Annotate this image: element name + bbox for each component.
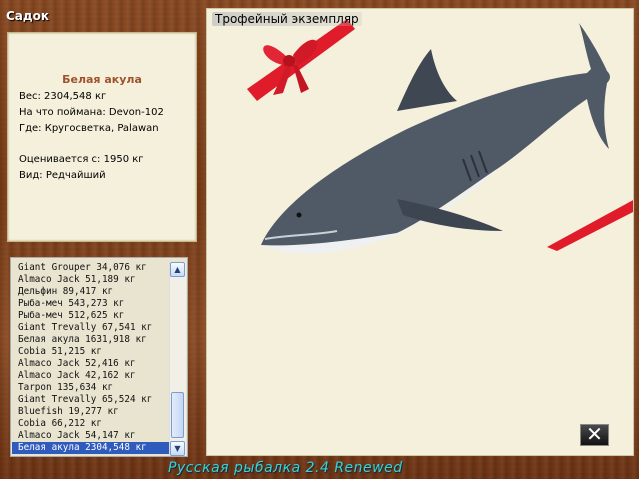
- fish-rated-from: Оценивается с: 1950 кг: [19, 154, 144, 165]
- scroll-down-button[interactable]: ▼: [170, 441, 185, 456]
- list-item[interactable]: Дельфин 89,417 кг: [12, 286, 170, 298]
- ribbon-bow-icon: [247, 19, 355, 101]
- list-item[interactable]: Рыба-меч 512,625 кг: [12, 310, 170, 322]
- fish-weight: Вес: 2304,548 кг: [19, 91, 107, 102]
- list-item[interactable]: Giant Trevally 67,541 кг: [12, 322, 170, 334]
- ribbon-corner-icon: [547, 200, 633, 251]
- list-item[interactable]: Giant Grouper 34,076 кг: [12, 262, 170, 274]
- catch-list-panel: Giant Grouper 34,076 кг Almaco Jack 51,18…: [10, 257, 188, 457]
- trophy-image: [247, 19, 633, 254]
- list-item[interactable]: Giant Trevally 65,524 кг: [12, 394, 170, 406]
- close-icon: ✕: [586, 422, 603, 446]
- chevron-up-icon: ▲: [174, 265, 181, 274]
- list-item[interactable]: Cobia 51,215 кг: [12, 346, 170, 358]
- window-title: Садок: [6, 9, 49, 23]
- trophy-label: Трофейный экземпляр: [212, 12, 362, 26]
- footer-version: Русская рыбалка 2.4 Renewed: [168, 460, 403, 476]
- list-item[interactable]: Almaco Jack 51,189 кг: [12, 274, 170, 286]
- list-item[interactable]: Белая акула 2304,548 кг: [12, 442, 170, 454]
- fish-location: Где: Кругосветка, Palawan: [19, 123, 159, 134]
- scroll-up-button[interactable]: ▲: [170, 262, 185, 277]
- list-item[interactable]: Bluefish 19,277 кг: [12, 406, 170, 418]
- scroll-thumb[interactable]: [171, 392, 184, 438]
- list-scrollbar[interactable]: ▲ ▼: [169, 262, 186, 456]
- catch-list[interactable]: Giant Grouper 34,076 кг Almaco Jack 51,18…: [12, 262, 170, 454]
- fish-bait: На что поймана: Devon-102: [19, 107, 164, 118]
- fish-name: Белая акула: [62, 73, 142, 86]
- trophy-panel: [206, 8, 634, 456]
- list-item[interactable]: Almaco Jack 52,416 кг: [12, 358, 170, 370]
- list-item[interactable]: Белая акула 1631,918 кг: [12, 334, 170, 346]
- fish-info-panel: Белая акула Вес: 2304,548 кг На что пойм…: [7, 32, 197, 242]
- list-item[interactable]: Рыба-меч 543,273 кг: [12, 298, 170, 310]
- fish-kind: Вид: Редчайший: [19, 170, 106, 181]
- chevron-down-icon: ▼: [174, 444, 181, 453]
- list-item[interactable]: Tarpon 135,634 кг: [12, 382, 170, 394]
- list-item[interactable]: Almaco Jack 54,147 кг: [12, 430, 170, 442]
- list-item[interactable]: Cobia 66,212 кг: [12, 418, 170, 430]
- close-button[interactable]: ✕: [580, 424, 609, 446]
- list-item[interactable]: Almaco Jack 42,162 кг: [12, 370, 170, 382]
